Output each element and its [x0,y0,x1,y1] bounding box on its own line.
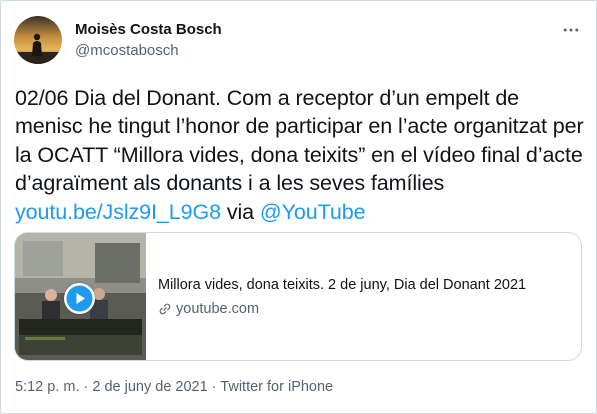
tweet-date[interactable]: 2 de juny de 2021 [92,379,207,395]
tweet-source[interactable]: Twitter for iPhone [220,379,333,395]
avatar[interactable] [14,16,62,64]
card-body: Millora vides, dona teixits. 2 de juny, … [146,233,581,360]
avatar-image [14,16,62,64]
tweet-via: via [220,199,260,224]
tweet-text: 02/06 Dia del Donant. Com a receptor d’u… [15,84,587,226]
author-name[interactable]: Moisès Costa Bosch [75,21,222,38]
more-options-icon [563,28,579,32]
card-domain: youtube.com [158,301,581,317]
author-handle[interactable]: @mcostabosch [75,42,179,59]
play-icon [66,285,93,312]
youtube-mention[interactable]: @YouTube [260,200,366,224]
tweet-meta: 5:12 p. m. · 2 de juny de 2021 · Twitter… [15,379,333,395]
tweet-card: Moisès Costa Bosch @mcostabosch 02/06 Di… [0,0,597,414]
tweet-time[interactable]: 5:12 p. m. [15,379,79,395]
video-thumbnail[interactable] [15,233,146,360]
tweet-link[interactable]: youtu.be/Jslz9I_L9G8 [15,200,221,224]
more-options-button[interactable] [560,19,582,41]
play-button[interactable] [64,283,95,314]
card-domain-text: youtube.com [176,300,260,317]
link-preview-card[interactable]: Millora vides, dona teixits. 2 de juny, … [14,232,582,361]
meta-separator: · [207,379,221,395]
link-icon [159,303,171,314]
card-title: Millora vides, dona teixits. 2 de juny, … [158,276,527,293]
tweet-body: 02/06 Dia del Donant. Com a receptor d’u… [15,86,584,196]
meta-separator: · [79,379,93,395]
